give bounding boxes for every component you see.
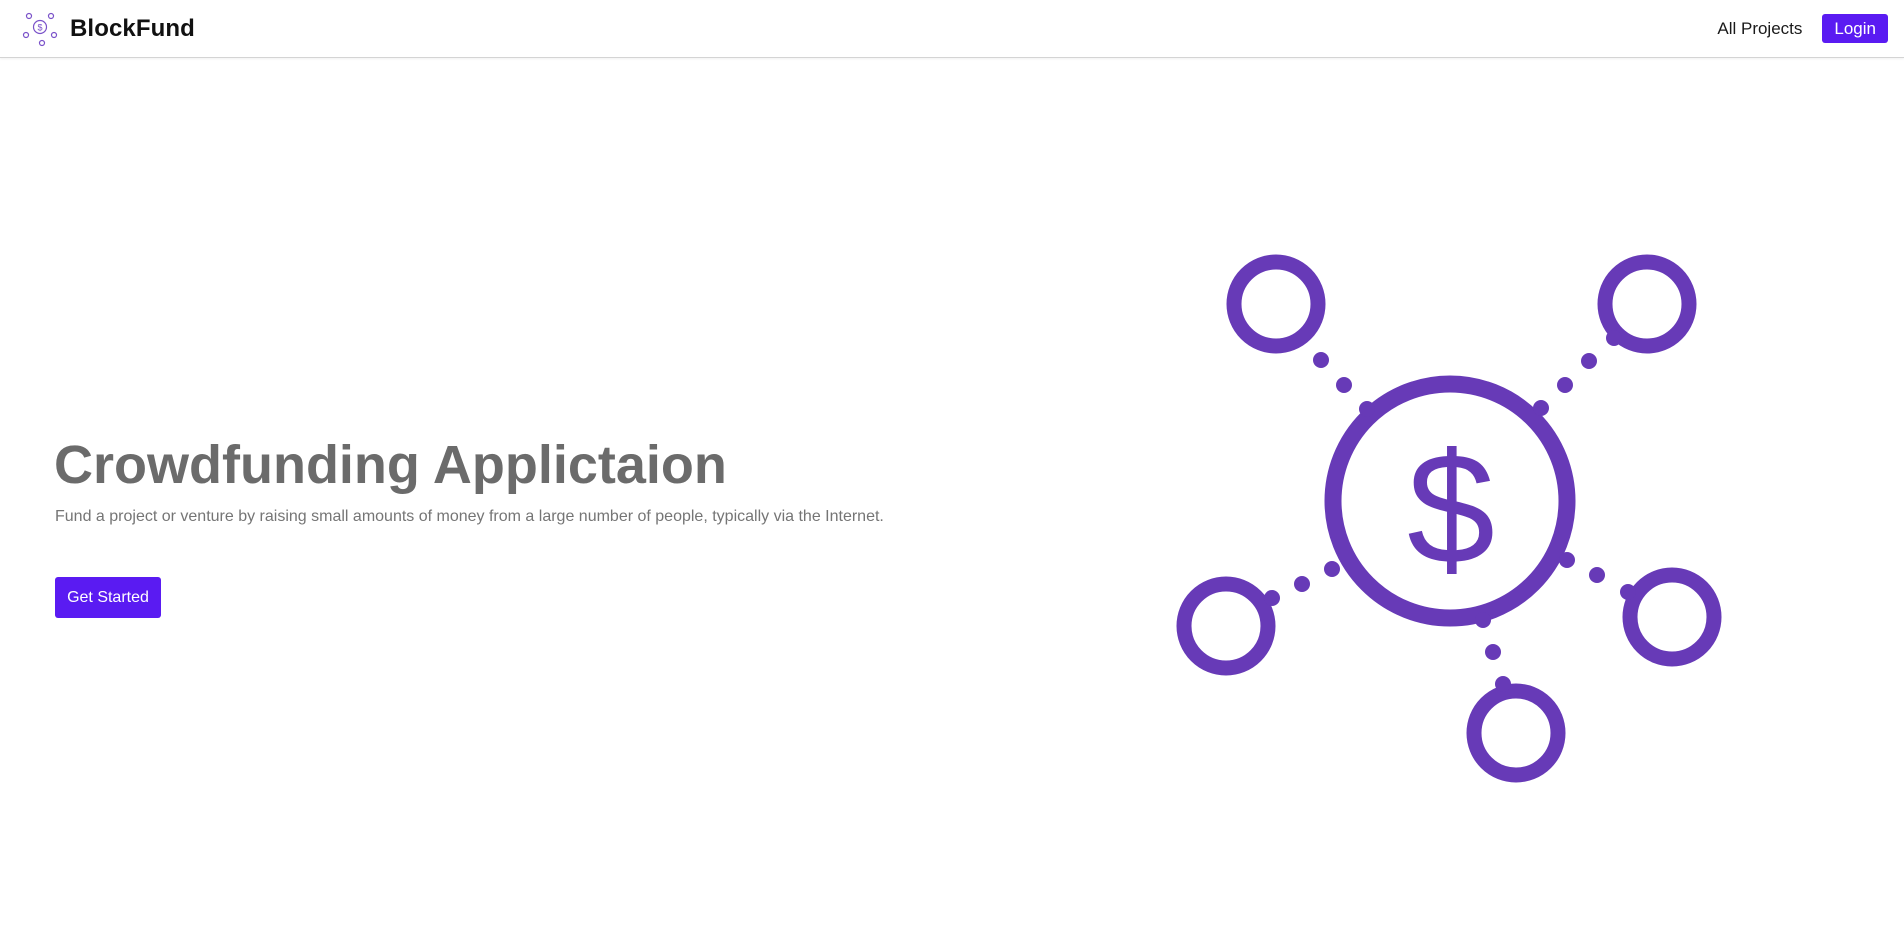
brand[interactable]: $ BlockFund xyxy=(22,11,195,47)
brand-name: BlockFund xyxy=(70,15,195,42)
hero-title: Crowdfunding Applictaion xyxy=(54,435,727,495)
node-circle-left xyxy=(1176,576,1276,676)
navbar: $ BlockFund All Projects Login xyxy=(0,0,1904,58)
node-circle-right xyxy=(1622,567,1722,667)
hero-subtitle: Fund a project or venture by raising sma… xyxy=(55,508,884,525)
node-circle-top-left xyxy=(1226,254,1326,354)
nav-link-all-projects[interactable]: All Projects xyxy=(1717,19,1802,39)
node-circle-bottom xyxy=(1466,683,1566,783)
logo-dollar-symbol: $ xyxy=(37,23,42,33)
crowdfunding-network-icon: $ xyxy=(1176,254,1722,783)
get-started-button[interactable]: Get Started xyxy=(55,577,161,618)
login-button[interactable]: Login xyxy=(1822,14,1888,43)
nav-right: All Projects Login xyxy=(1717,14,1888,43)
dollar-symbol: $ xyxy=(1407,421,1495,597)
crowdfunding-network-icon: $ xyxy=(22,12,58,47)
